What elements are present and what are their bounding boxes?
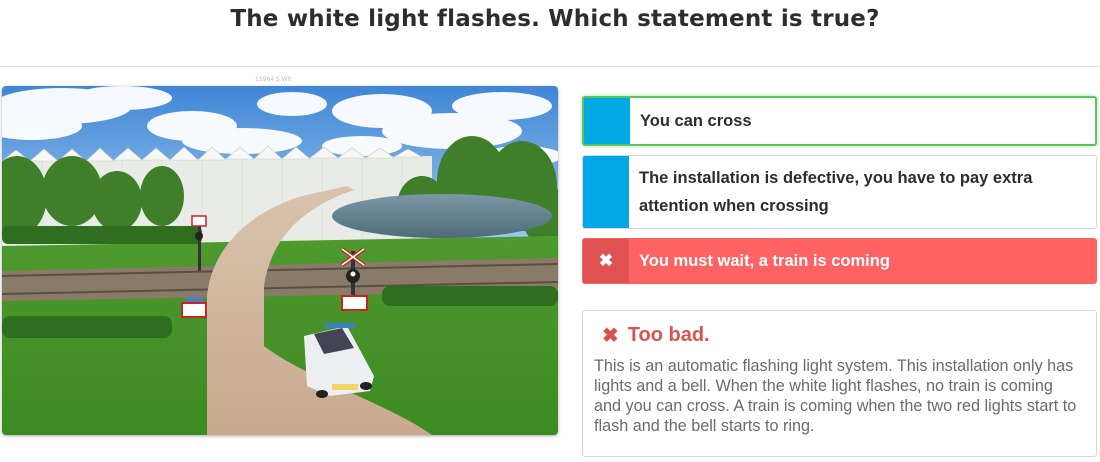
option-marker: ✖ bbox=[583, 239, 629, 283]
option-marker bbox=[584, 98, 630, 144]
feedback-heading: Too bad. bbox=[627, 324, 710, 346]
close-icon: ✖ bbox=[598, 251, 614, 270]
image-caption: 15964 S.Wit bbox=[255, 76, 292, 83]
option-label: The installation is defective, you have … bbox=[639, 169, 1033, 215]
feedback-heading-row: ✖ Too bad. bbox=[594, 323, 1082, 348]
answer-option-3[interactable]: ✖ You must wait, a train is coming bbox=[582, 238, 1097, 284]
option-marker bbox=[583, 156, 629, 228]
option-label: You must wait, a train is coming bbox=[639, 252, 890, 270]
option-label: You can cross bbox=[640, 112, 752, 130]
answer-option-2[interactable]: The installation is defective, you have … bbox=[582, 155, 1097, 229]
feedback-explanation: This is an automatic flashing light syst… bbox=[594, 357, 1077, 435]
answer-option-1[interactable]: You can cross bbox=[582, 96, 1097, 146]
pond bbox=[332, 194, 552, 238]
header-divider bbox=[0, 66, 1100, 67]
feedback-panel: ✖ Too bad. This is an automatic flashing… bbox=[582, 310, 1097, 457]
question-title: The white light flashes. Which statement… bbox=[230, 6, 880, 32]
question-image bbox=[2, 86, 558, 435]
close-icon: ✖ bbox=[602, 325, 619, 347]
